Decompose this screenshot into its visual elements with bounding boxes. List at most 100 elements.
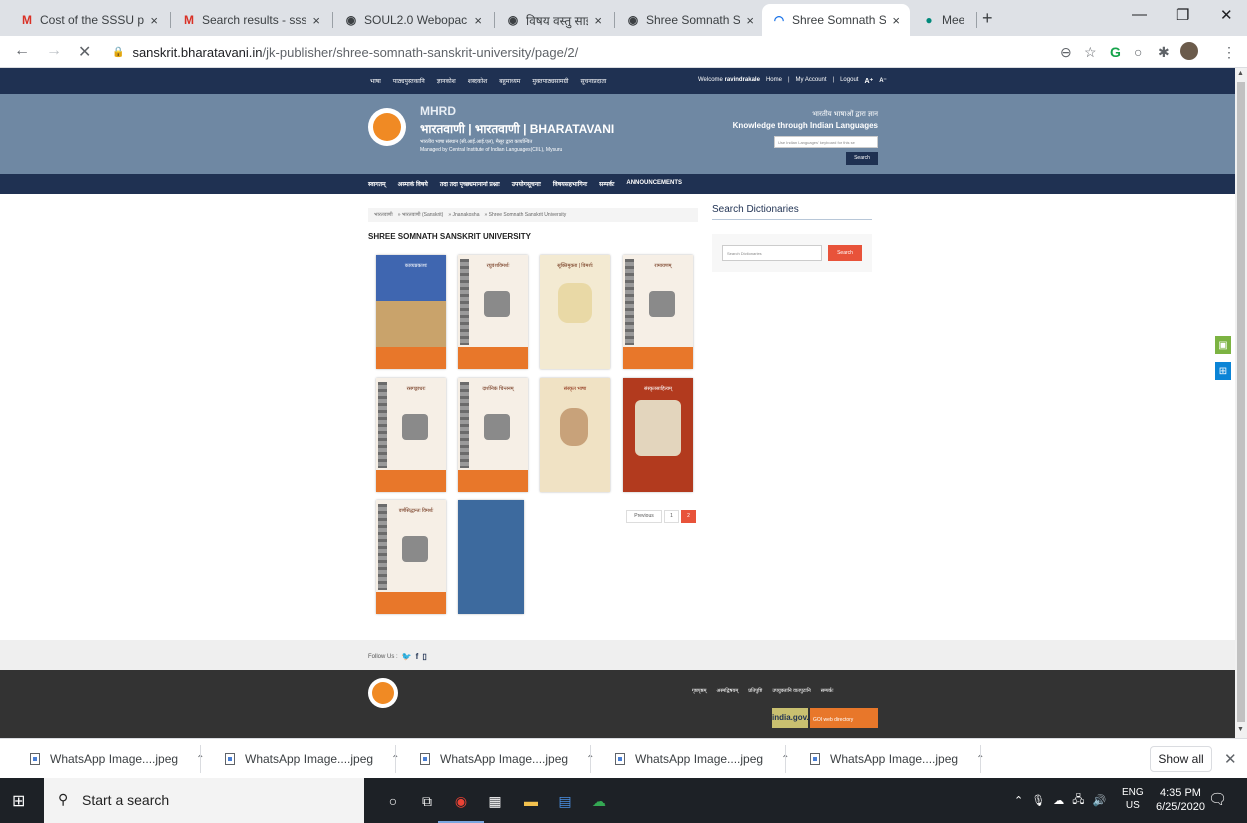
nav-item-usage[interactable]: उपयोगसूचनाः (512, 180, 541, 188)
my-account-link[interactable]: My Account (796, 77, 827, 85)
book-cover-0[interactable]: काव्यप्रकाशः (376, 255, 446, 369)
top-link[interactable]: शब्दकोश (468, 77, 488, 85)
browser-tab-5-active[interactable]: ◠ Shree Somnath Sans × (762, 4, 910, 36)
home-link[interactable]: Home (766, 77, 782, 85)
close-tab-icon[interactable]: × (150, 13, 158, 28)
goi-web-directory-badge[interactable]: GOI web directory (810, 708, 878, 728)
browser-tab-2[interactable]: ◉ SOUL2.0 Webopac × (334, 4, 492, 36)
breadcrumb-item[interactable]: भारतवाणी (374, 212, 393, 218)
address-bar[interactable]: 🔒 sanskrit.bharatavani.in /jk-publisher/… (112, 45, 578, 60)
book-cover-5[interactable]: दार्शनिकं चिन्तनम् (458, 378, 528, 492)
extension-circle-icon[interactable]: ○ (1134, 44, 1142, 60)
show-all-downloads-button[interactable]: Show all (1150, 746, 1212, 772)
bookmark-star-icon[interactable]: ☆ (1084, 44, 1097, 61)
browser-tab-3[interactable]: ◉ विषय वस्तु साझीदार | C × (496, 4, 612, 36)
pagination-page-1[interactable]: 1 (664, 510, 679, 523)
notifications-icon[interactable]: 🗨 (1208, 790, 1227, 808)
font-decrease-button[interactable]: A⁻ (879, 77, 887, 85)
network-icon[interactable]: 🖧 (1072, 791, 1084, 810)
keyboard-search-input[interactable]: Use Indian Languages' keyboard for this … (774, 136, 878, 148)
footer-link[interactable]: गृष्ठपृष्ठम् (692, 688, 707, 694)
chrome-taskbar-icon[interactable]: ◉ (438, 788, 484, 823)
download-item[interactable]: WhatsApp Image....jpeg⌃ (810, 739, 984, 779)
mobile-icon[interactable]: ▯ (422, 652, 426, 661)
top-link[interactable]: सूचनाप्रदाता (580, 77, 606, 85)
windows-start-icon[interactable]: ⊞ (12, 791, 25, 811)
download-item[interactable]: WhatsApp Image....jpeg⌃ (225, 739, 399, 779)
download-item[interactable]: WhatsApp Image....jpeg⌃ (30, 739, 204, 779)
footer-link[interactable]: उपयुक्तानि वातपुटानि (772, 688, 810, 694)
microphone-icon[interactable]: 🎙 (1031, 794, 1045, 807)
input-language[interactable]: ENG US (1122, 786, 1144, 812)
top-link[interactable]: ज्ञानकोश (437, 77, 456, 85)
top-link[interactable]: बहुमाध्यम (499, 77, 520, 85)
footer-link[interactable]: अस्मद्विषयम् (717, 688, 739, 694)
nav-item-announcements[interactable]: ANNOUNCEMENTS (626, 180, 682, 188)
book-cover-4[interactable]: रसगङ्गाधरः (376, 378, 446, 492)
onedrive-icon[interactable]: ☁ (1053, 794, 1064, 807)
forward-icon[interactable]: → (46, 42, 62, 60)
twitter-icon[interactable]: 🐦 (402, 652, 412, 661)
facebook-icon[interactable]: f (416, 652, 419, 661)
page-scrollbar[interactable]: ▲ ▼ (1235, 68, 1247, 738)
top-link[interactable]: भाषा (370, 77, 381, 85)
book-cover-3[interactable]: रामायणम् (623, 255, 693, 369)
close-tab-icon[interactable]: × (474, 13, 482, 28)
cortana-icon[interactable]: ○ (380, 788, 406, 814)
zoom-icon[interactable]: ⊖ (1060, 44, 1072, 61)
windows-app-icon[interactable]: ⊞ (1215, 362, 1231, 380)
restore-icon[interactable]: ❐ (1176, 6, 1189, 24)
download-item[interactable]: WhatsApp Image....jpeg⌃ (420, 739, 594, 779)
scroll-up-arrow-icon[interactable]: ▲ (1237, 70, 1244, 77)
scrollbar-thumb[interactable] (1237, 82, 1245, 722)
book-cover-1[interactable]: रघुवंशविमर्शः (458, 255, 528, 369)
footer-link[interactable]: सम्पर्कः (821, 688, 834, 694)
grammarly-extension-icon[interactable]: G (1110, 44, 1121, 60)
taskbar-search-box[interactable]: ⚲ Start a search (44, 778, 364, 823)
minimize-icon[interactable]: — (1132, 6, 1147, 23)
breadcrumb-item[interactable]: » Jnanakosha (448, 212, 479, 218)
download-item[interactable]: WhatsApp Image....jpeg⌃ (615, 739, 789, 779)
header-search-button[interactable]: Search (846, 152, 878, 165)
back-icon[interactable]: ← (14, 42, 30, 60)
book-cover-7[interactable]: संस्कृतसाहित्यम् (623, 378, 693, 492)
cloud-app-icon[interactable]: ☁ (586, 788, 612, 814)
close-tab-icon[interactable]: × (746, 13, 754, 28)
profile-avatar[interactable] (1180, 42, 1198, 60)
android-app-icon[interactable]: ▣ (1215, 336, 1231, 354)
bharatavani-logo[interactable] (368, 108, 406, 146)
scroll-down-arrow-icon[interactable]: ▼ (1237, 726, 1244, 733)
nav-item-contact[interactable]: सम्पर्कः (599, 180, 614, 188)
nav-item-faq[interactable]: तदा तदा पृच्छ्यमानानां प्रश्नाः (440, 180, 500, 188)
extensions-puzzle-icon[interactable]: ✱ (1158, 44, 1170, 61)
close-tab-icon[interactable]: × (892, 13, 900, 28)
font-increase-button[interactable]: A⁺ (864, 77, 873, 85)
footer-logo[interactable] (368, 678, 398, 708)
india-gov-badge[interactable]: india.gov.in (772, 708, 816, 728)
logout-link[interactable]: Logout (840, 77, 858, 85)
nav-item-about[interactable]: अस्माकं विषये (398, 180, 428, 188)
tray-expand-icon[interactable]: ⌃ (1014, 794, 1023, 807)
calculator-icon[interactable]: ▦ (482, 788, 508, 814)
word-icon[interactable]: ▤ (552, 788, 578, 814)
nav-item-welcome[interactable]: स्वागतम् (368, 180, 386, 188)
close-tab-icon[interactable]: × (594, 13, 602, 28)
stop-loading-icon[interactable]: ✕ (78, 42, 91, 62)
browser-tab-6[interactable]: ● Meet – yoi-ngd (912, 4, 974, 36)
pagination-page-2-current[interactable]: 2 (681, 510, 696, 523)
menu-kebab-icon[interactable]: ⋮ (1222, 44, 1236, 61)
task-view-icon[interactable]: ⧉ (414, 788, 440, 814)
system-clock[interactable]: 4:35 PM 6/25/2020 (1156, 786, 1205, 814)
close-window-icon[interactable]: ✕ (1220, 6, 1233, 24)
book-cover-6[interactable]: संस्कृत भाषा (540, 378, 610, 492)
dictionary-search-input[interactable]: Search Dictionaries (722, 245, 822, 261)
book-cover-8[interactable]: वर्णसिद्धान्तः विमर्शः (376, 500, 446, 614)
book-cover-2[interactable]: सूक्तिमुक्ता | विमर्शः (540, 255, 610, 369)
top-link[interactable]: पाठ्यपुस्तकानि (393, 77, 425, 85)
volume-icon[interactable]: 🔊 (1092, 794, 1106, 807)
dictionary-search-button[interactable]: Search (828, 245, 862, 261)
footer-link[interactable]: प्रतिपुष्टि (748, 688, 762, 694)
nav-item-partners[interactable]: विषयसहभागिनः (553, 180, 587, 188)
browser-tab-4[interactable]: ◉ Shree Somnath Sans × (616, 4, 764, 36)
breadcrumb-item[interactable]: » भारतवाणी (Sanskrit) (398, 212, 444, 218)
